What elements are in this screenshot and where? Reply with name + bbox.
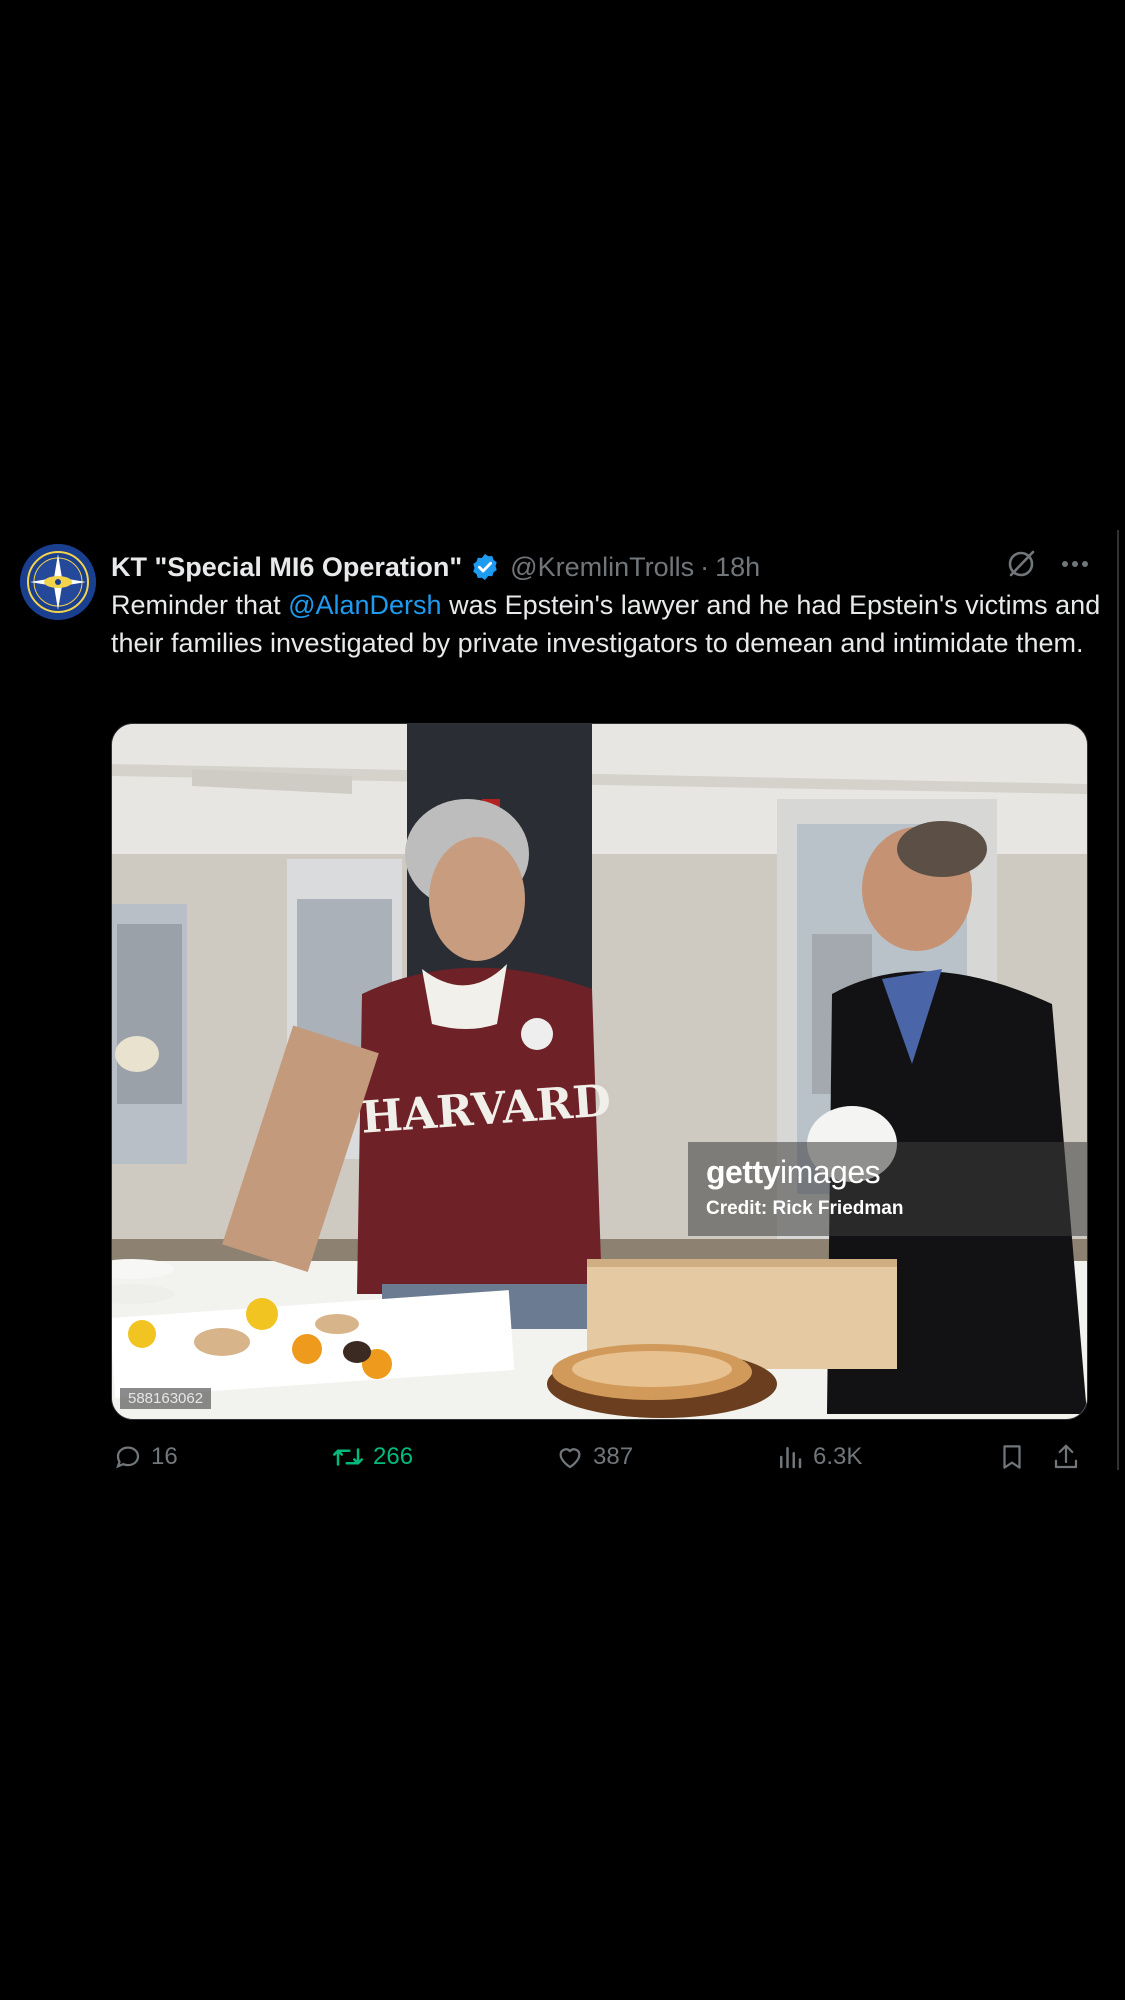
tweet-header: KT "Special MI6 Operation" @KremlinTroll… bbox=[111, 547, 760, 587]
like-count: 387 bbox=[593, 1443, 634, 1470]
reply-count: 16 bbox=[151, 1443, 178, 1470]
handle[interactable]: @KremlinTrolls bbox=[510, 552, 694, 583]
tweet-photo[interactable]: HARVARD gettyimages Credit: Rick Friedma… bbox=[111, 723, 1088, 1420]
views-count: 6.3K bbox=[813, 1443, 863, 1470]
retweet-count: 266 bbox=[373, 1443, 414, 1470]
watermark-brand: gettyimages bbox=[706, 1154, 881, 1190]
verified-badge-icon bbox=[470, 552, 500, 582]
views-button[interactable]: 6.3K bbox=[775, 1442, 862, 1470]
share-icon bbox=[1054, 1444, 1078, 1469]
bookmark-button[interactable] bbox=[997, 1442, 1027, 1470]
more-icon[interactable] bbox=[1059, 548, 1091, 585]
tweet[interactable]: KT "Special MI6 Operation" @KremlinTroll… bbox=[0, 530, 1125, 1470]
scrollbar-divider bbox=[1117, 530, 1119, 1470]
display-name[interactable]: KT "Special MI6 Operation" bbox=[111, 552, 462, 583]
photo-scene: HARVARD bbox=[112, 724, 1087, 1419]
bookmark-icon bbox=[1003, 1445, 1021, 1469]
like-button[interactable]: 387 bbox=[555, 1442, 633, 1470]
tweet-text: Reminder that @AlanDersh was Epstein's l… bbox=[111, 586, 1101, 662]
mention-link[interactable]: @AlanDersh bbox=[288, 590, 441, 620]
views-icon bbox=[780, 1447, 802, 1469]
retweet-icon bbox=[333, 1448, 363, 1466]
getty-watermark: gettyimages Credit: Rick Friedman bbox=[688, 1142, 1087, 1236]
action-bar: 16 266 387 6.3K bbox=[111, 1442, 1086, 1470]
retweet-button[interactable]: 266 bbox=[331, 1442, 413, 1470]
reply-button[interactable]: 16 bbox=[113, 1442, 178, 1470]
image-id-label: 588163062 bbox=[120, 1388, 212, 1409]
reply-icon bbox=[116, 1446, 140, 1469]
share-button[interactable] bbox=[1051, 1442, 1081, 1470]
grok-icon[interactable] bbox=[1005, 548, 1037, 585]
page: KT "Special MI6 Operation" @KremlinTroll… bbox=[0, 0, 1125, 2000]
avatar-emblem bbox=[20, 544, 96, 620]
like-icon bbox=[559, 1448, 581, 1469]
watermark-credit: Credit: Rick Friedman bbox=[706, 1198, 904, 1219]
separator: · bbox=[700, 551, 710, 582]
timestamp[interactable]: 18h bbox=[715, 552, 760, 583]
top-icons bbox=[1005, 548, 1091, 585]
tweet-text-before: Reminder that bbox=[111, 590, 289, 620]
avatar[interactable] bbox=[20, 544, 96, 620]
